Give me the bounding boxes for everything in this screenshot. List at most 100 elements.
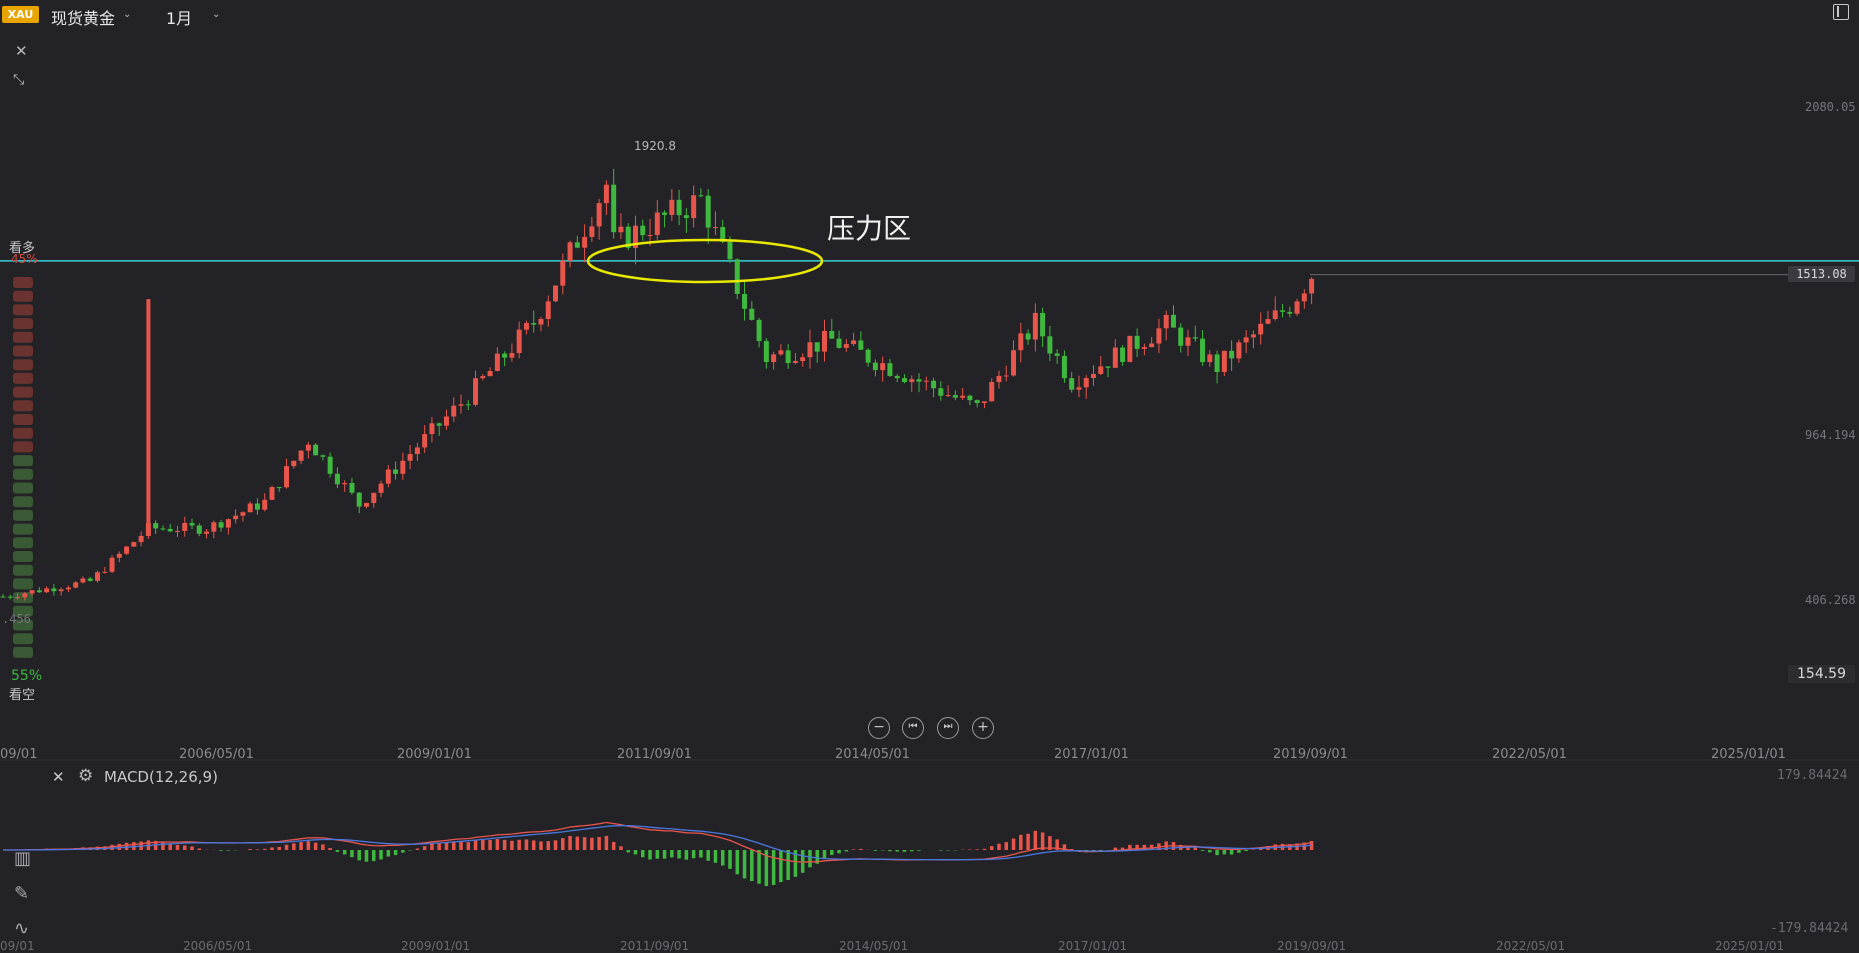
bull-percent: 45%: [11, 252, 38, 266]
candle-body: [29, 590, 35, 594]
candle-body: [698, 195, 704, 197]
candle-body: [705, 195, 711, 228]
candle-body: [480, 376, 486, 379]
candle-body: [727, 241, 733, 260]
candle-body: [102, 571, 108, 573]
candle-body: [502, 353, 508, 358]
bull-segment: [13, 359, 33, 371]
bull-segment: [13, 427, 33, 439]
time-axis-label: 2025/01/01: [1711, 747, 1786, 762]
time-axis-label: 09/01: [0, 747, 38, 762]
indicator-icon[interactable]: ∿: [14, 918, 29, 939]
candle-body: [916, 379, 922, 382]
candle-body: [473, 378, 479, 405]
candle-body: [843, 344, 849, 348]
candle-body: [538, 319, 544, 325]
candle-body: [44, 588, 50, 593]
chart-type-icon[interactable]: ▥: [14, 848, 31, 869]
bear-segment: [13, 633, 33, 645]
candle-body: [778, 350, 784, 355]
candle-body: [545, 301, 551, 320]
candle-body: [734, 259, 740, 294]
candle-body: [73, 582, 79, 588]
candle-body: [836, 338, 842, 348]
candle-body: [574, 242, 580, 248]
candle-body: [1250, 334, 1256, 338]
candle-body: [429, 423, 435, 435]
candle-body: [240, 512, 246, 516]
candle-body: [858, 340, 864, 350]
candle-body: [582, 236, 588, 248]
candle-body: [284, 466, 290, 488]
candle-body: [1207, 354, 1213, 363]
macd-time-label: 2017/01/01: [1058, 939, 1128, 953]
candle-body: [989, 382, 995, 402]
candle-body: [829, 330, 835, 339]
zoom-in-button[interactable]: +: [972, 717, 994, 739]
bull-segment: [13, 345, 33, 357]
candle-body: [80, 578, 86, 583]
candle-body: [1054, 353, 1060, 356]
candle-body: [865, 349, 871, 363]
candle-body: [36, 590, 42, 593]
candle-body: [51, 588, 57, 592]
candle-body: [1061, 355, 1067, 379]
drawing-tool-icon[interactable]: ✎: [14, 883, 29, 904]
candle-body: [1309, 278, 1315, 294]
bear-segment: [13, 496, 33, 508]
candle-body: [1163, 314, 1169, 329]
candle-body: [138, 535, 144, 543]
zoom-out-button[interactable]: −: [868, 717, 890, 739]
bear-segment: [13, 455, 33, 467]
candle-body: [378, 483, 384, 493]
candle-body: [342, 483, 348, 485]
candle-body: [509, 353, 515, 358]
candle-body: [647, 234, 653, 236]
candle-body: [225, 519, 231, 528]
candle-body: [894, 375, 900, 379]
candle-body: [560, 260, 566, 286]
bear-segment: [13, 482, 33, 494]
candle-body: [414, 447, 420, 455]
candle-body: [923, 380, 929, 382]
candle-body: [393, 469, 399, 474]
candle-body: [880, 363, 886, 371]
candle-body: [1221, 350, 1227, 372]
candle-body: [967, 395, 973, 401]
candle-body: [1192, 337, 1198, 339]
macd-time-label: 2009/01/01: [401, 939, 471, 953]
candle-body: [211, 522, 217, 532]
candle-body: [996, 375, 1002, 383]
candle-body: [785, 350, 791, 364]
candle-body: [851, 340, 857, 345]
candle-body: [531, 323, 537, 325]
scroll-start-button[interactable]: ⏮: [902, 717, 924, 739]
candle-body: [1185, 337, 1191, 346]
candle-body: [436, 423, 442, 426]
candle-body: [742, 293, 748, 309]
scroll-end-button[interactable]: ⏭: [937, 717, 959, 739]
candle-body: [95, 572, 101, 581]
macd-time-label: 2006/05/01: [183, 939, 253, 953]
candle-body: [1127, 335, 1133, 362]
candle-body: [683, 215, 689, 219]
bull-segment: [13, 386, 33, 398]
candle-body: [131, 542, 137, 547]
candle-body: [909, 379, 915, 383]
bull-segment: [13, 318, 33, 330]
candle-body: [22, 593, 28, 598]
bear-segment: [13, 646, 33, 658]
bull-segment: [13, 290, 33, 302]
candle-body: [254, 503, 260, 510]
bear-segment: [13, 564, 33, 576]
candle-body: [1076, 387, 1082, 390]
close-indicator-icon[interactable]: ✕: [52, 768, 65, 786]
last-price-tag: 1513.08: [1788, 266, 1855, 282]
peak-price-label: 1920.8: [634, 139, 676, 153]
candle-spike: [146, 299, 151, 529]
gear-icon[interactable]: ⚙: [78, 766, 93, 786]
price-axis-label: 964.194: [1805, 428, 1856, 442]
candle-body: [204, 531, 210, 534]
candle-body: [1083, 378, 1089, 388]
price-chart[interactable]: [0, 0, 1859, 949]
